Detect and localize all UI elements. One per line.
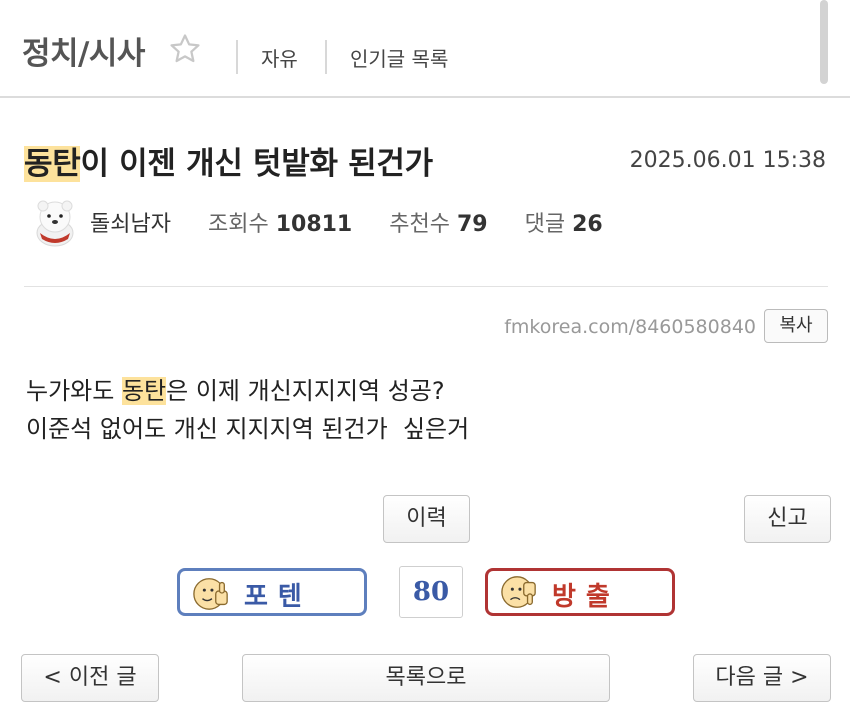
report-button[interactable]: 신고 bbox=[744, 495, 831, 543]
upvote-label: 포텐 bbox=[244, 582, 312, 612]
post-url[interactable]: fmkorea.com/8460580840 bbox=[504, 316, 756, 338]
back-to-list-button[interactable]: 목록으로 bbox=[242, 654, 610, 702]
board-title[interactable]: 정치/시사 bbox=[22, 28, 145, 73]
recommends-label: 추천수 bbox=[389, 212, 450, 237]
star-icon[interactable] bbox=[168, 32, 202, 66]
body-line: 이준석 없어도 개신 지지지역 된건가 싶은거 bbox=[26, 415, 470, 443]
post-title: 동탄이 이젠 개신 텃밭화 된건가 bbox=[24, 138, 433, 183]
post-meta: 돌쇠남자 조회수 10811 추천수 79 댓글 26 bbox=[90, 206, 633, 238]
prev-post-button[interactable]: < 이전 글 bbox=[21, 654, 159, 702]
downvote-label: 방출 bbox=[552, 582, 620, 612]
comments-label: 댓글 bbox=[524, 212, 566, 237]
title-highlight: 동탄 bbox=[24, 146, 81, 182]
board-header: 정치/시사 자유 인기글 목록 bbox=[0, 0, 850, 98]
nav-divider bbox=[236, 40, 238, 74]
recommends-count: 79 bbox=[456, 212, 488, 237]
avatar[interactable] bbox=[28, 195, 82, 249]
post-body: 누가와도 동탄은 이제 개신지지지역 성공? 이준석 없어도 개신 지지지역 된… bbox=[26, 372, 826, 448]
copy-url-button[interactable]: 복사 bbox=[764, 309, 828, 343]
thumbs-down-face-icon bbox=[501, 576, 536, 608]
history-button[interactable]: 이력 bbox=[383, 495, 470, 543]
next-post-button[interactable]: 다음 글 > bbox=[693, 654, 831, 702]
comments-count[interactable]: 26 bbox=[572, 212, 603, 237]
views-label: 조회수 bbox=[207, 212, 269, 237]
nav-link-free[interactable]: 자유 bbox=[261, 43, 298, 72]
downvote-button[interactable]: 방출 bbox=[485, 568, 675, 616]
vote-count: 80 bbox=[399, 566, 463, 618]
title-text: 이 이젠 개신 텃밭화 된건가 bbox=[80, 146, 433, 182]
nav-divider bbox=[325, 40, 327, 74]
post-date: 2025.06.01 15:38 bbox=[629, 148, 826, 173]
body-line: 누가와도 동탄은 이제 개신지지지역 성공? bbox=[26, 372, 826, 410]
upvote-button[interactable]: 포텐 bbox=[177, 568, 367, 616]
views-count: 10811 bbox=[275, 212, 353, 237]
body-text: 은 이제 개신지지지역 성공? bbox=[166, 377, 445, 405]
divider bbox=[24, 286, 828, 287]
author-name[interactable]: 돌쇠남자 bbox=[90, 212, 171, 237]
body-highlight: 동탄 bbox=[121, 377, 167, 405]
body-text: 누가와도 bbox=[26, 377, 122, 405]
thumbs-up-face-icon bbox=[193, 578, 228, 610]
nav-link-popular-list[interactable]: 인기글 목록 bbox=[350, 43, 448, 72]
scrollbar-thumb[interactable] bbox=[820, 0, 828, 84]
